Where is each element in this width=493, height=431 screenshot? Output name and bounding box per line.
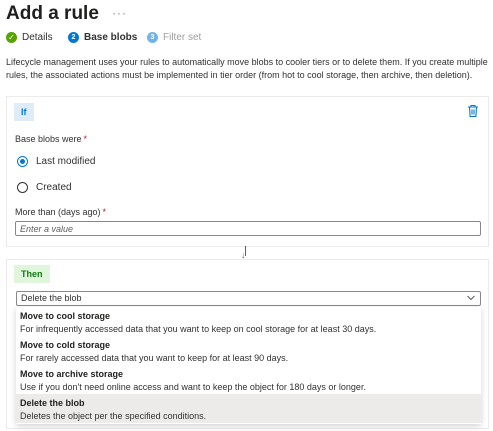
- option-move-to-cool[interactable]: Move to cool storage For infrequently ac…: [16, 307, 481, 336]
- option-description: Deletes the object per the specified con…: [20, 410, 207, 421]
- required-marker: *: [102, 207, 107, 217]
- step-details[interactable]: ✓ Details: [6, 32, 53, 43]
- radio-unselected-icon[interactable]: [17, 182, 28, 193]
- option-description: For infrequently accessed data that you …: [20, 323, 377, 334]
- option-description: Use if you don't need online access and …: [20, 381, 366, 392]
- more-options-icon[interactable]: ···: [112, 6, 127, 20]
- step-number-icon: 2: [68, 32, 79, 43]
- step-label: Filter set: [163, 32, 202, 43]
- chevron-down-icon: [467, 295, 475, 301]
- option-delete-blob[interactable]: Delete the blob Deletes the object per t…: [16, 394, 481, 423]
- trash-icon[interactable]: [467, 104, 479, 118]
- radio-last-modified[interactable]: Last modified: [17, 156, 95, 167]
- step-base-blobs[interactable]: 2 Base blobs: [68, 32, 137, 43]
- option-move-to-archive[interactable]: Move to archive storage Use if you don't…: [16, 365, 481, 394]
- radio-label: Last modified: [36, 156, 96, 167]
- option-move-to-cold[interactable]: Move to cold storage For rarely accessed…: [16, 336, 481, 365]
- days-input[interactable]: [15, 221, 481, 236]
- option-title: Move to cold storage: [20, 340, 111, 350]
- radio-selected-icon[interactable]: [17, 156, 28, 167]
- description-text: Lifecycle management uses your rules to …: [6, 57, 488, 80]
- required-marker: *: [83, 134, 88, 144]
- step-label: Base blobs: [84, 32, 138, 43]
- base-blobs-label-text: Base blobs were: [15, 134, 82, 144]
- days-label-text: More than (days ago): [15, 207, 101, 217]
- action-dropdown[interactable]: Delete the blob: [16, 291, 481, 306]
- action-dropdown-menu: Move to cool storage For infrequently ac…: [16, 307, 481, 424]
- action-dropdown-value: Delete the blob: [21, 293, 82, 303]
- then-badge: Then: [14, 265, 50, 283]
- option-description: For rarely accessed data that you want t…: [20, 352, 289, 363]
- base-blobs-label: Base blobs were *: [15, 134, 87, 144]
- if-card: If Base blobs were * Last modified Create…: [6, 96, 489, 247]
- option-title: Move to cool storage: [20, 311, 111, 321]
- radio-label: Created: [36, 182, 72, 193]
- step-filter-set[interactable]: 3 Filter set: [147, 32, 201, 43]
- if-badge: If: [14, 103, 34, 121]
- step-number-icon: 3: [147, 32, 158, 43]
- days-label: More than (days ago) *: [15, 207, 106, 217]
- page-title: Add a rule: [6, 3, 99, 24]
- radio-created[interactable]: Created: [17, 182, 72, 193]
- option-title: Move to archive storage: [20, 369, 124, 379]
- checkmark-icon: ✓: [6, 32, 17, 43]
- option-title: Delete the blob: [20, 398, 85, 408]
- step-label: Details: [22, 32, 53, 43]
